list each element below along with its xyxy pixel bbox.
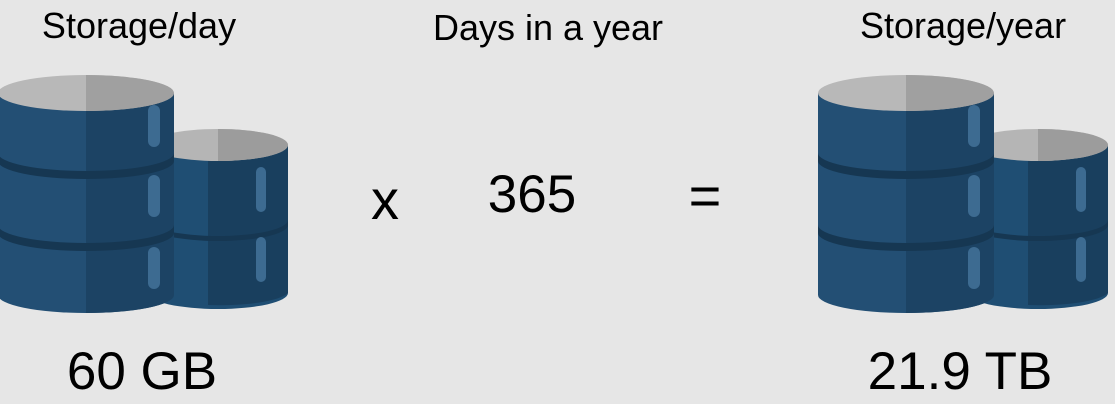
database-stack-icon [0,75,288,315]
days-in-year-value: 365 [487,165,577,224]
equals-symbol: = [688,164,722,227]
storage-per-day-label: Storage/day [41,5,237,46]
storage-per-year-value: 21.9 TB [867,342,1053,401]
multiply-symbol: x [371,168,399,231]
storage-per-day-value: 60 GB [66,342,218,401]
days-in-year-label: Days in a year [432,7,664,48]
database-stack-icon [818,75,1108,315]
storage-per-year-label: Storage/year [859,5,1067,46]
